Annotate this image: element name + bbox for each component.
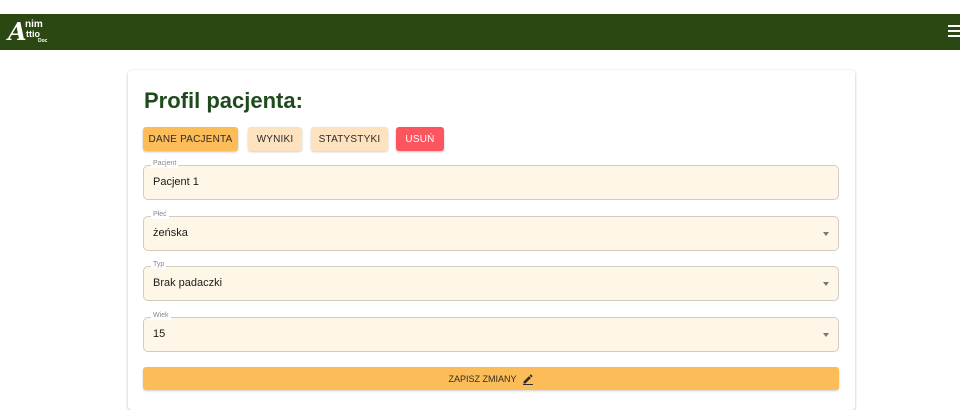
tab-statistics[interactable]: STATYSTYKI xyxy=(311,127,388,151)
age-label: Wiek xyxy=(151,312,171,320)
logo-letter: A xyxy=(8,17,27,46)
tab-results[interactable]: WYNIKI xyxy=(248,127,302,151)
sex-label: Płeć xyxy=(151,211,169,219)
patient-name-label: Pacjent xyxy=(151,160,179,168)
chevron-down-icon[interactable] xyxy=(823,282,829,286)
type-value[interactable]: Brak padaczki xyxy=(153,277,222,290)
pencil-edit-icon xyxy=(522,373,533,385)
delete-button[interactable]: USUŃ xyxy=(396,127,444,151)
app-logo[interactable]: A nim ttio Doc xyxy=(8,17,56,47)
type-select[interactable]: Typ Brak padaczki xyxy=(143,261,839,301)
sex-select[interactable]: Płeć żeńska xyxy=(143,211,839,251)
age-value[interactable]: 15 xyxy=(153,328,165,341)
page-title: Profil pacjenta: xyxy=(144,88,303,113)
age-select[interactable]: Wiek 15 xyxy=(143,312,839,352)
save-changes-label: ZAPISZ ZMIANY xyxy=(448,373,517,384)
logo-line-3: Doc xyxy=(38,38,48,44)
sex-value[interactable]: żeńska xyxy=(153,227,188,240)
tab-patient-data[interactable]: DANE PACJENTA xyxy=(143,127,238,151)
save-changes-button[interactable]: ZAPISZ ZMIANY xyxy=(143,367,839,390)
hamburger-menu-icon[interactable] xyxy=(948,25,960,39)
patient-profile-card: Profil pacjenta: DANE PACJENTA WYNIKI ST… xyxy=(128,70,855,410)
chevron-down-icon[interactable] xyxy=(823,333,829,337)
type-label: Typ xyxy=(151,261,167,269)
patient-name-field[interactable]: Pacjent Pacjent 1 xyxy=(143,160,839,200)
patient-name-value[interactable]: Pacjent 1 xyxy=(153,176,199,189)
chevron-down-icon[interactable] xyxy=(823,232,829,236)
top-app-bar: A nim ttio Doc xyxy=(0,14,960,50)
